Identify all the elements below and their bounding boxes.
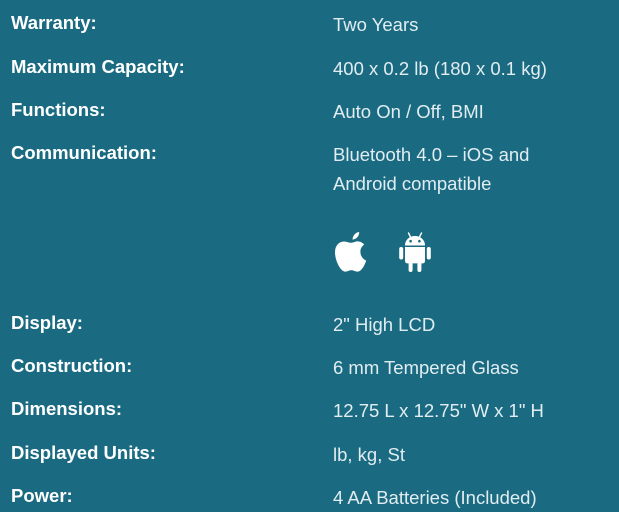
spec-value: Auto On / Off, BMI: [333, 101, 484, 122]
spec-label: Display:: [11, 312, 83, 333]
spec-value: 12.75 L x 12.75" W x 1" H: [333, 400, 544, 421]
spec-label: Warranty:: [11, 12, 97, 33]
spec-label: Construction:: [11, 355, 133, 376]
spec-value: 400 x 0.2 lb (180 x 0.1 kg): [333, 58, 547, 79]
spec-label: Maximum Capacity:: [11, 56, 185, 77]
spec-label: Power:: [11, 485, 73, 506]
spec-value: Two Years: [333, 14, 419, 35]
spec-value: 2" High LCD: [333, 314, 436, 335]
spec-label: Functions:: [11, 99, 106, 120]
spec-value: 4 AA Batteries (Included): [333, 487, 537, 508]
spec-label: Displayed Units:: [11, 442, 156, 463]
spec-value: 6 mm Tempered Glass: [333, 357, 519, 378]
apple-icon: [333, 230, 369, 274]
os-icons: [333, 230, 433, 274]
spec-value: Bluetooth 4.0 – iOS and Android compatib…: [333, 144, 530, 194]
spec-label: Dimensions:: [11, 398, 123, 419]
spec-value: lb, kg, St: [333, 444, 405, 465]
android-icon: [397, 230, 433, 274]
spec-label: Communication:: [11, 142, 157, 163]
